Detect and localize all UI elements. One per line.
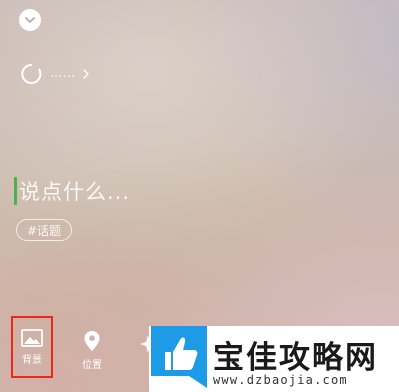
chevron-right-icon: [82, 68, 90, 80]
location-label: 位置: [82, 360, 102, 371]
watermark-title: 宝佳攻略网: [213, 340, 378, 376]
status-text: ……: [50, 66, 76, 80]
post-editor-screen: …… 说点什么... #话题 背景 位置 宝佳攻略网 www.dzbaojia.…: [0, 0, 399, 392]
image-icon: [21, 329, 43, 347]
text-cursor: [14, 177, 17, 205]
compose-placeholder: 说点什么...: [19, 180, 131, 204]
topic-tag-button[interactable]: #话题: [16, 219, 73, 241]
background-button[interactable]: 背景: [11, 316, 53, 378]
chevron-down-icon: [25, 17, 35, 23]
thumbs-up-icon: [151, 326, 207, 388]
background-label: 背景: [22, 355, 42, 366]
location-button[interactable]: 位置: [72, 330, 112, 371]
collapse-button[interactable]: [19, 9, 41, 31]
status-row[interactable]: ……: [20, 63, 90, 85]
watermark-url: www.dzbaojia.com: [213, 373, 348, 387]
watermark: 宝佳攻略网 www.dzbaojia.com: [149, 326, 399, 392]
loading-spinner-icon: [20, 63, 42, 85]
location-pin-icon: [84, 331, 100, 351]
compose-input[interactable]: 说点什么...: [14, 176, 130, 206]
